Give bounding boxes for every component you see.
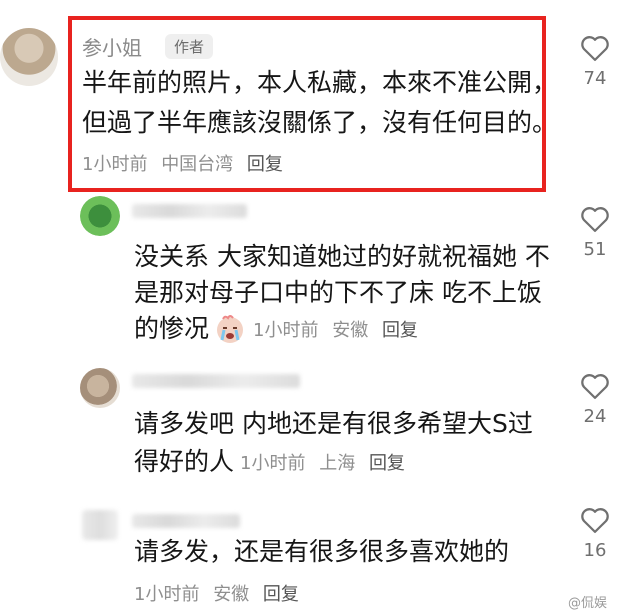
comment-time: 1小时前 — [82, 154, 148, 175]
like-count: 24 — [583, 406, 607, 427]
avatar[interactable] — [0, 28, 58, 86]
like-column: 74 — [570, 34, 620, 89]
comment-last-line: 的惨况 1小时前 安徽 回复 — [134, 310, 426, 348]
watermark: @侃娱 — [568, 596, 608, 611]
heart-outline-icon[interactable] — [580, 205, 610, 233]
like-column: 24 — [570, 372, 620, 427]
comment-location: 安徽 — [332, 320, 369, 341]
comment-text-line: 的惨况 — [134, 314, 210, 343]
like-column: 16 — [570, 506, 620, 561]
avatar[interactable] — [80, 196, 120, 236]
comment-text-line: 但過了半年應該沒關係了，沒有任何目的。 — [82, 108, 558, 137]
avatar[interactable] — [82, 510, 118, 540]
comment-text-line: 得好的人 — [134, 447, 235, 476]
author-badge: 作者 — [165, 34, 214, 59]
reply-button[interactable]: 回复 — [247, 154, 283, 175]
comment-text-line: 是那对母子口中的下不了床 吃不上饭 — [134, 278, 542, 307]
comment-text-line: 请多发吧 内地还是有很多希望大S过 — [134, 409, 533, 438]
username[interactable]: 参小姐 — [82, 32, 142, 61]
comment-text-line: 请多发，还是有很多很多喜欢她的 — [134, 537, 510, 566]
username-blurred[interactable] — [132, 514, 240, 528]
avatar[interactable] — [80, 368, 120, 408]
comment-text-line: 半年前的照片，本人私藏，本來不准公開， — [82, 68, 558, 97]
comment-last-line: 得好的人 1小时前 上海 回复 — [134, 443, 413, 481]
crying-face-emoji — [217, 315, 244, 343]
like-count: 74 — [583, 68, 607, 89]
comment-time: 1小时前 — [253, 320, 319, 341]
comment-meta: 1小时前 安徽 回复 — [134, 580, 307, 606]
comment-location: 上海 — [319, 453, 356, 474]
comment-location: 安徽 — [213, 584, 250, 605]
comment-text-line: 没关系 大家知道她过的好就祝福她 不 — [134, 242, 550, 271]
like-column: 51 — [570, 205, 620, 260]
reply-button[interactable]: 回复 — [382, 320, 418, 341]
comment-meta: 1小时前 中国台湾 回复 — [82, 150, 291, 176]
comment-time: 1小时前 — [134, 584, 200, 605]
comment-location: 中国台湾 — [161, 154, 234, 175]
username-blurred[interactable] — [132, 374, 300, 388]
username-blurred[interactable] — [132, 204, 247, 218]
like-count: 16 — [583, 540, 607, 561]
heart-outline-icon[interactable] — [580, 34, 610, 62]
heart-outline-icon[interactable] — [580, 372, 610, 400]
heart-outline-icon[interactable] — [580, 506, 610, 534]
reply-button[interactable]: 回复 — [369, 453, 405, 474]
like-count: 51 — [583, 239, 607, 260]
comment-time: 1小时前 — [240, 453, 306, 474]
reply-button[interactable]: 回复 — [263, 584, 299, 605]
